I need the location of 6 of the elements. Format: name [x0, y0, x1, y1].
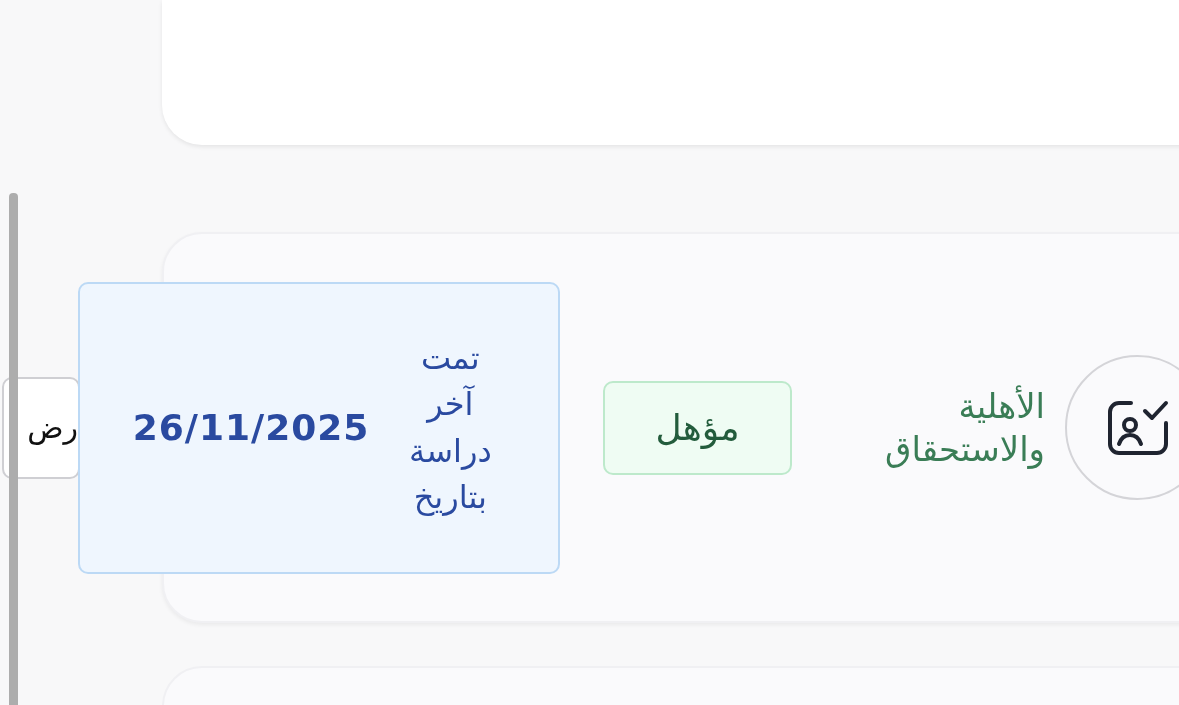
status-badge: مؤهل [603, 380, 792, 475]
scrollbar[interactable] [9, 193, 18, 705]
card-title: الأهلية والاستحقاق [884, 385, 1045, 470]
review-date: 26/11/2025 [132, 407, 370, 448]
review-label: تمت آخر دراسة بتاريخ [408, 337, 493, 518]
user-check-icon [1106, 398, 1169, 457]
